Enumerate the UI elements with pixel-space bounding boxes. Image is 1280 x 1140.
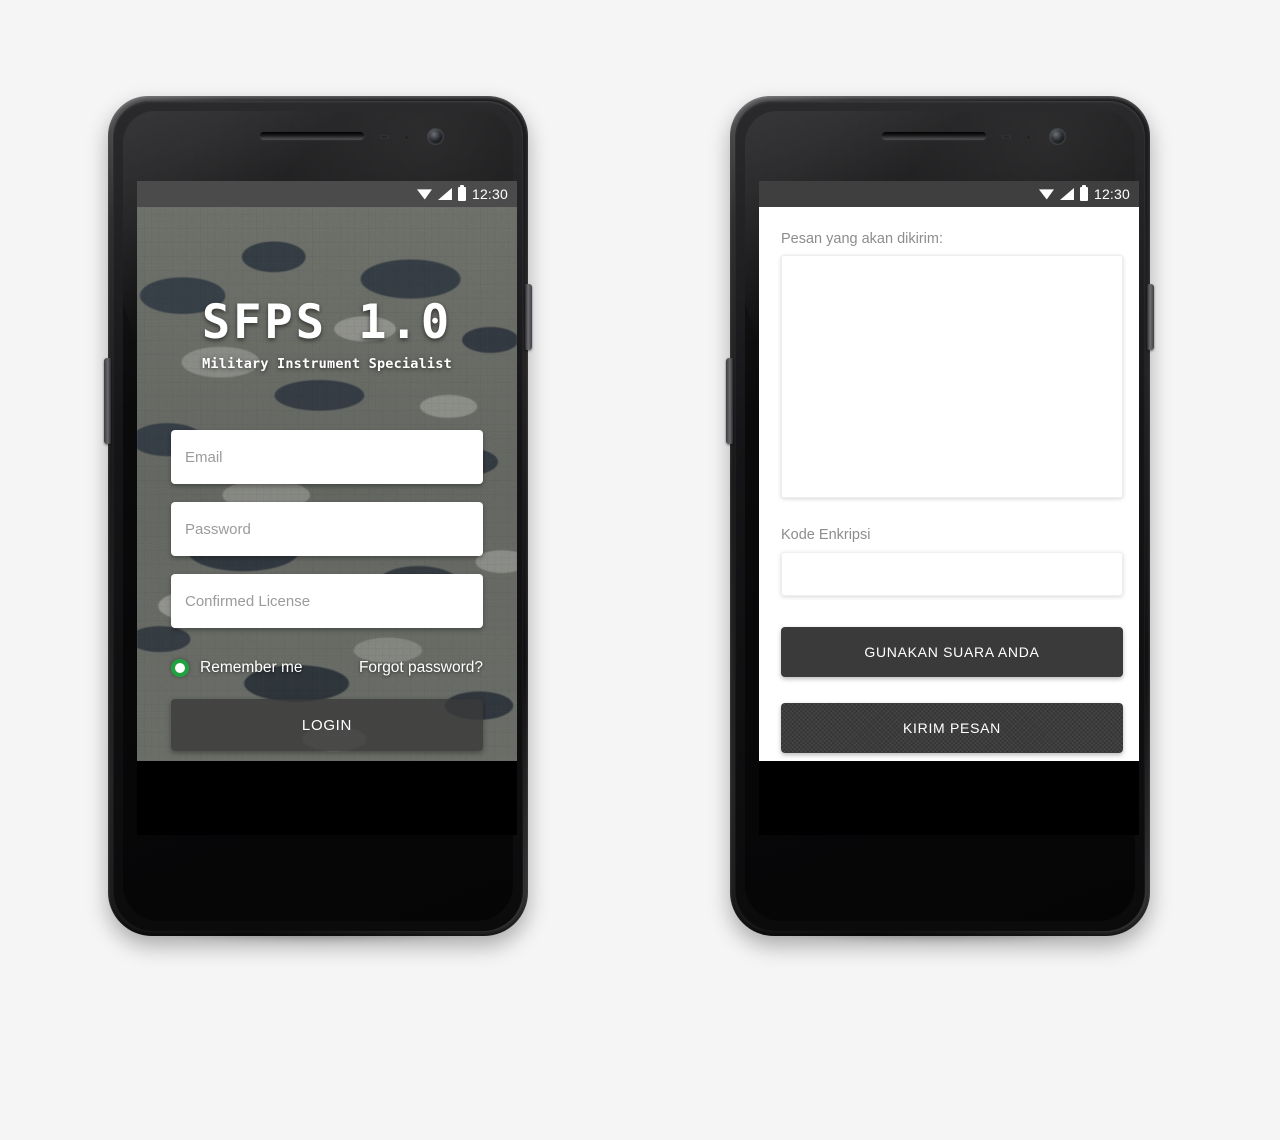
- message-input-label: Pesan yang akan dikirim:: [781, 231, 943, 247]
- login-button-label: LOGIN: [301, 716, 353, 734]
- front-camera: [1050, 129, 1065, 144]
- phone-mockup-message: 12:30 Pesan yang akan dikirim: Kode Enkr…: [726, 96, 1154, 942]
- wifi-icon: [416, 189, 432, 200]
- message-content: Pesan yang akan dikirim: Kode Enkripsi G…: [759, 207, 1139, 761]
- signal-icon: [1059, 188, 1074, 200]
- status-bar: 12:30: [137, 181, 517, 207]
- app-tagline: Military Instrument Specialist: [202, 356, 452, 372]
- status-bar-time: 12:30: [1093, 186, 1130, 202]
- forgot-password-link[interactable]: Forgot password?: [359, 659, 483, 677]
- power-button[interactable]: [1147, 284, 1154, 350]
- power-button[interactable]: [525, 284, 532, 350]
- battery-icon: [457, 185, 466, 201]
- login-screen: 12:30 SFPS 1.0 Military Instrument Speci…: [137, 181, 517, 761]
- earpiece-speaker: [260, 132, 364, 139]
- volume-button[interactable]: [104, 358, 111, 444]
- volume-button[interactable]: [726, 358, 733, 444]
- battery-icon: [1079, 185, 1088, 201]
- encryption-code-input[interactable]: [781, 552, 1123, 596]
- signal-icon: [437, 188, 452, 200]
- email-field-placeholder: Email: [185, 448, 223, 466]
- device-body: 12:30 Pesan yang akan dikirim: Kode Enkr…: [730, 96, 1150, 936]
- proximity-sensor: [380, 135, 389, 139]
- login-options-row: Remember me Forgot password?: [171, 659, 483, 677]
- wifi-icon: [1038, 189, 1054, 200]
- send-message-button[interactable]: KIRIM PESAN: [781, 703, 1123, 753]
- phone-mockup-login: 12:30 SFPS 1.0 Military Instrument Speci…: [104, 96, 532, 942]
- license-field-placeholder: Confirmed License: [185, 592, 311, 610]
- device-body: 12:30 SFPS 1.0 Military Instrument Speci…: [108, 96, 528, 936]
- proximity-sensor: [1002, 135, 1011, 139]
- email-field[interactable]: Email: [171, 430, 483, 484]
- status-bar-time: 12:30: [471, 186, 508, 202]
- remember-me-checkbox-icon[interactable]: [171, 659, 189, 677]
- confirmed-license-field[interactable]: Confirmed License: [171, 574, 483, 628]
- encryption-code-label: Kode Enkripsi: [781, 527, 871, 543]
- status-bar: 12:30: [759, 181, 1139, 207]
- app-branding: SFPS 1.0 Military Instrument Specialist: [137, 299, 517, 372]
- password-field-placeholder: Password: [185, 520, 251, 538]
- message-screen: 12:30 Pesan yang akan dikirim: Kode Enkr…: [759, 181, 1139, 761]
- screenshot-canvas: 12:30 SFPS 1.0 Military Instrument Speci…: [0, 0, 1280, 1140]
- earpiece-speaker: [882, 132, 986, 139]
- light-sensor: [404, 135, 409, 140]
- device-chin-left: [137, 761, 517, 835]
- login-button[interactable]: LOGIN: [171, 699, 483, 751]
- message-body: Pesan yang akan dikirim: Kode Enkripsi G…: [759, 207, 1139, 761]
- login-body: SFPS 1.0 Military Instrument Specialist …: [137, 207, 517, 761]
- remember-me-control[interactable]: Remember me: [171, 659, 303, 677]
- device-chin-right: [759, 761, 1139, 835]
- front-camera: [428, 129, 443, 144]
- message-textarea[interactable]: [781, 255, 1123, 498]
- remember-me-label: Remember me: [200, 659, 303, 676]
- login-content: SFPS 1.0 Military Instrument Specialist …: [137, 207, 517, 761]
- use-your-voice-button[interactable]: GUNAKAN SUARA ANDA: [781, 627, 1123, 677]
- light-sensor: [1026, 135, 1031, 140]
- password-field[interactable]: Password: [171, 502, 483, 556]
- send-message-button-label: KIRIM PESAN: [903, 720, 1001, 736]
- use-your-voice-button-label: GUNAKAN SUARA ANDA: [864, 644, 1040, 660]
- app-title: SFPS 1.0: [201, 295, 453, 350]
